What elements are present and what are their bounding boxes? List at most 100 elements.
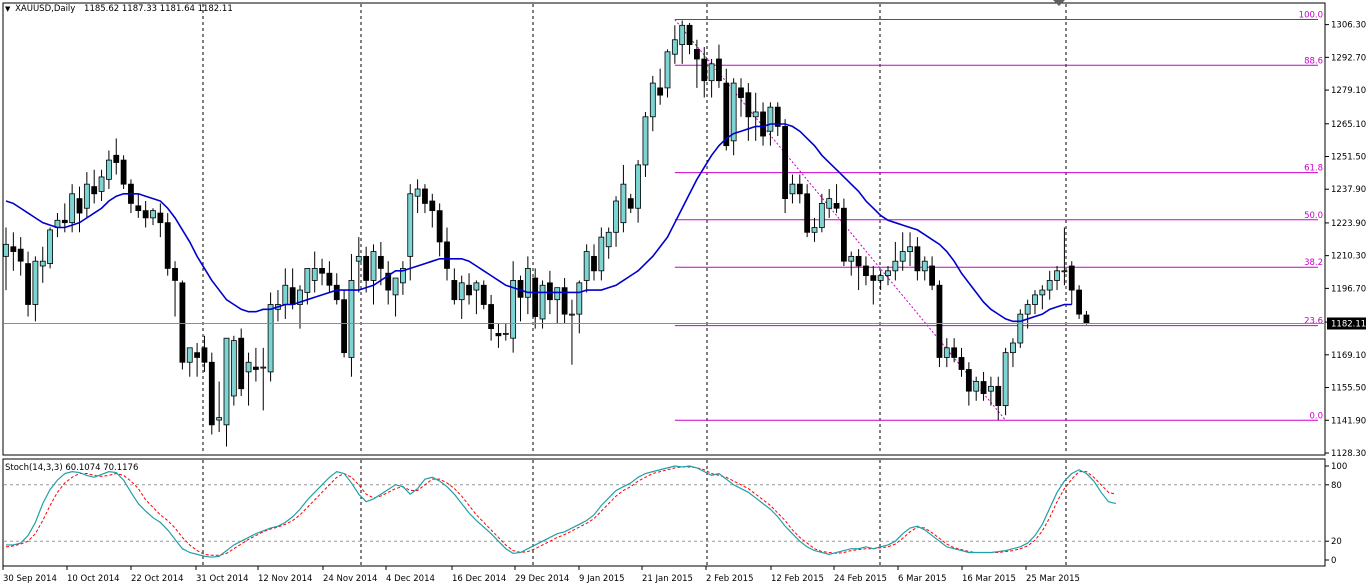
candle-body	[98, 176, 105, 192]
candle-body	[355, 255, 362, 262]
candle-body	[1046, 280, 1053, 291]
candle-body	[716, 58, 722, 82]
candle-body	[694, 48, 700, 60]
candle-body	[965, 369, 972, 392]
time-tick-label: 24 Nov 2014	[323, 574, 377, 584]
candle-body	[892, 260, 899, 272]
stoch-header: Stoch(14,3,3) 60.1074 70.1176	[5, 463, 138, 473]
candle-body	[150, 210, 156, 219]
candle-body	[488, 304, 495, 329]
time-tick-label: 12 Feb 2015	[771, 574, 824, 584]
candle-body	[841, 207, 847, 262]
time-tick-label: 9 Jan 2015	[579, 574, 625, 584]
candle-body	[429, 200, 436, 212]
fib-level-label: 61.8	[1304, 164, 1323, 174]
candle-body	[260, 366, 267, 369]
candle-body	[326, 272, 333, 286]
fib-level-label: 38.2	[1304, 258, 1323, 268]
candle-body	[679, 24, 686, 45]
candle-body	[943, 347, 950, 358]
fib-level-label: 88.6	[1304, 56, 1323, 66]
price-tick-label: 1237.90	[1331, 185, 1366, 195]
candle-body	[547, 282, 553, 301]
candle-body	[973, 381, 980, 392]
time-tick-label: 29 Dec 2014	[515, 574, 569, 584]
candle-body	[83, 183, 90, 209]
candle-body	[752, 111, 759, 118]
chart-menu-icon[interactable]: ▼	[5, 5, 10, 13]
candle-body	[730, 82, 737, 142]
fib-level-label: 50.0	[1304, 211, 1323, 221]
candle-body	[760, 111, 766, 137]
candle-body	[1068, 265, 1075, 291]
stoch-tick-label: 0	[1331, 556, 1336, 566]
candle-body	[348, 280, 355, 358]
candle-body	[216, 417, 223, 421]
candle-body	[826, 198, 833, 209]
main-frame	[2, 2, 1326, 456]
price-tick-label: 1223.90	[1331, 219, 1366, 229]
candle-body	[620, 183, 627, 224]
candle-body	[642, 116, 649, 166]
time-tick-label: 6 Mar 2015	[898, 574, 946, 584]
candle-body	[855, 255, 862, 267]
price-tick-label: 1155.50	[1331, 384, 1366, 394]
stoch-tick-label: 20	[1331, 537, 1342, 547]
candle-body	[635, 164, 641, 209]
candle-body	[282, 284, 289, 305]
time-tick-label: 2 Feb 2015	[706, 574, 754, 584]
time-tick-label: 10 Oct 2014	[67, 574, 120, 584]
fib-level-label: 0.0	[1309, 411, 1323, 421]
candle-body	[252, 366, 259, 370]
candle-body	[392, 277, 399, 296]
candle-body	[583, 251, 590, 281]
candle-body	[135, 205, 142, 212]
time-tick-label: 30 Sep 2014	[3, 574, 57, 584]
candle-body	[370, 251, 377, 281]
candle-body	[142, 210, 149, 219]
candle-body	[444, 241, 450, 269]
candle-body	[539, 284, 546, 320]
candle-body	[532, 277, 539, 317]
candle-body	[39, 260, 46, 267]
candle-body	[796, 183, 803, 195]
candle-body	[32, 260, 39, 305]
candle-body	[223, 337, 230, 426]
fib-level-label: 23.6	[1304, 317, 1323, 327]
candle-body	[848, 255, 855, 262]
candle-body	[907, 246, 913, 252]
candle-body	[466, 284, 472, 296]
candle-body	[877, 275, 884, 281]
candle-body	[649, 82, 656, 118]
candle-body	[863, 265, 869, 277]
candle-body	[561, 287, 568, 315]
time-tick-label: 16 Dec 2014	[452, 574, 506, 584]
candle-body	[664, 51, 671, 89]
price-tick-label: 1196.70	[1331, 284, 1366, 294]
candle-body	[782, 126, 788, 200]
candle-body	[17, 248, 24, 262]
candle-body	[1010, 342, 1016, 354]
candle-body	[208, 361, 215, 426]
candle-body	[804, 193, 811, 233]
candle-body	[1054, 270, 1060, 281]
candle-body	[598, 236, 605, 272]
candle-body	[333, 284, 340, 301]
candle-body	[69, 193, 76, 224]
candle-body	[25, 263, 31, 305]
chart-canvas: 100.0 88.6 61.8 50.0 38.2 23.6 0.0 1306.30 1292…	[2, 0, 1366, 584]
stoch-label: Stoch(14,3,3) 60.1074 70.1176	[5, 463, 139, 473]
candle-body	[422, 188, 428, 204]
candle-body	[929, 265, 935, 286]
candle-body	[113, 154, 120, 163]
price-tick-label: 1128.30	[1331, 449, 1366, 459]
candle-body	[245, 361, 252, 373]
candle-body	[194, 352, 201, 358]
candle-body	[870, 275, 877, 281]
candle-body	[980, 381, 987, 394]
candle-body	[458, 282, 465, 301]
candle-body	[407, 193, 414, 257]
candle-body	[591, 255, 597, 272]
candle-body	[238, 337, 245, 390]
stoch-tick-label: 80	[1331, 481, 1342, 491]
